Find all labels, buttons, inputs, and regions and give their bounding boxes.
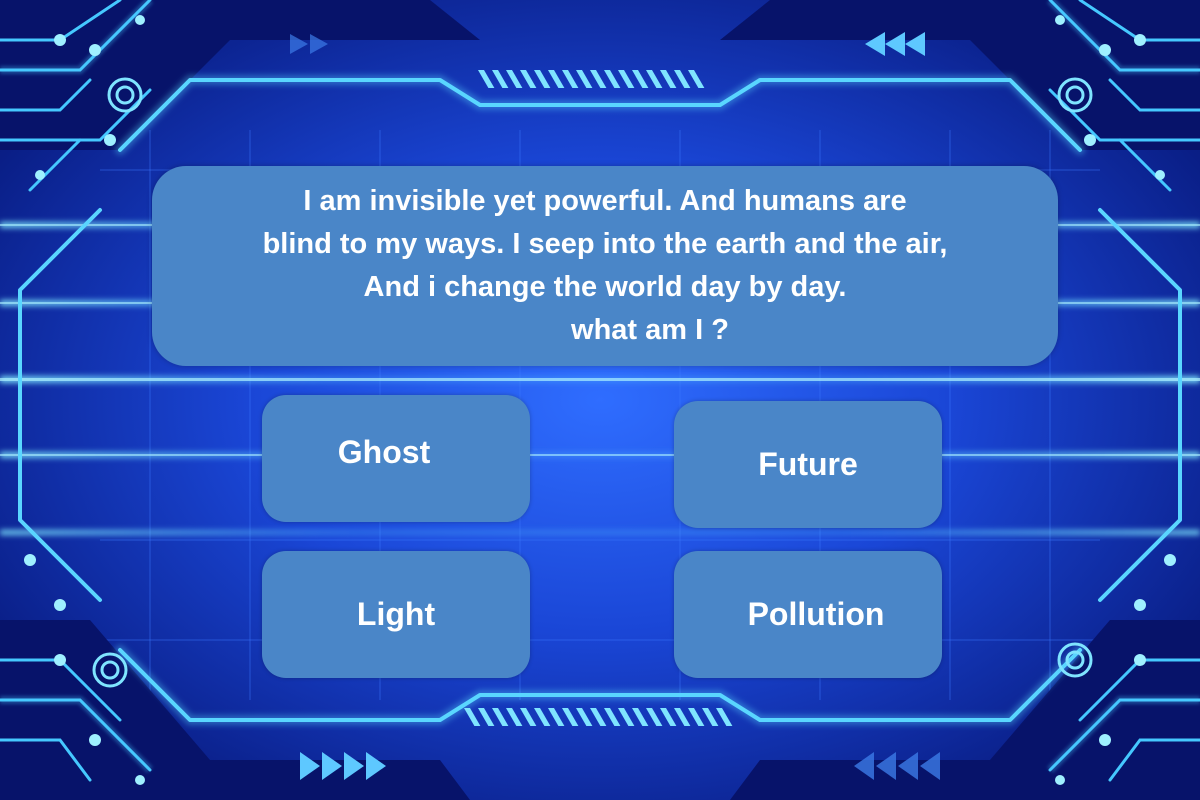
answer-button-future[interactable]: Future <box>674 401 942 528</box>
circuit-background <box>0 0 1200 800</box>
question-line: I am invisible yet powerful. And humans … <box>303 185 907 217</box>
question-prompt: what am I ? <box>571 314 729 346</box>
answer-label: Ghost <box>337 434 431 470</box>
answer-label: Light <box>356 596 436 632</box>
answer-label: Pollution <box>747 596 885 632</box>
question-panel: I am invisible yet powerful. And humans … <box>152 166 1058 366</box>
answer-label: Future <box>758 446 858 482</box>
question-line: And i change the world day by day. <box>363 271 847 303</box>
answer-button-light[interactable]: Light <box>262 551 530 678</box>
question-line: blind to my ways. I seep into the earth … <box>262 228 948 260</box>
answer-button-pollution[interactable]: Pollution <box>674 551 942 678</box>
answer-button-ghost[interactable]: Ghost <box>262 395 530 522</box>
